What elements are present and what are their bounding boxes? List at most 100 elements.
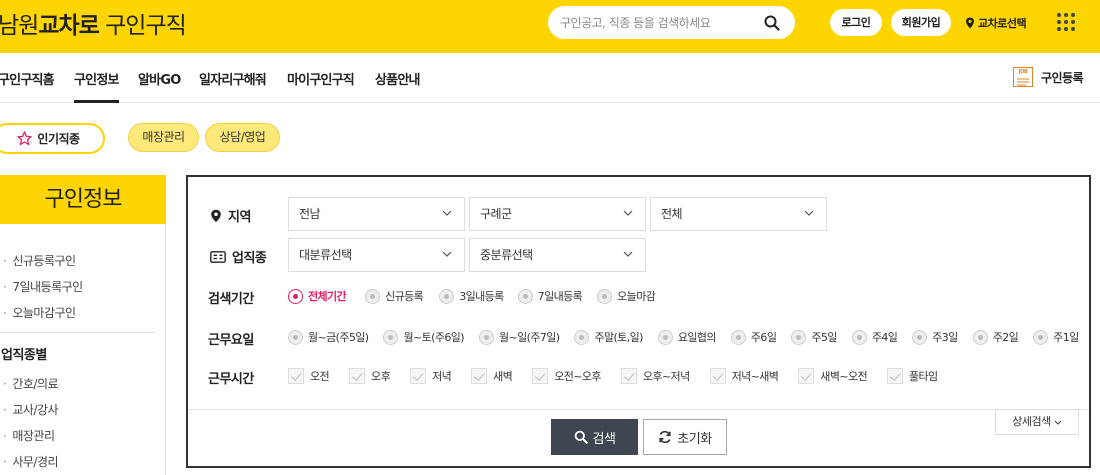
worktime-option-afternoon[interactable]: 오후 (349, 368, 391, 384)
workday-options: 월~금(주5일) 월~토(주6일) 월~일(주7일) 주말(토,일) 요일협의 … (288, 327, 1079, 347)
period-row-label: 검색기간 (208, 288, 254, 307)
star-icon (17, 131, 33, 146)
workday-option-weekend[interactable]: 주말(토,일) (574, 329, 643, 345)
search-box (548, 6, 795, 39)
reset-button-label: 초기화 (677, 431, 712, 447)
job-major-select[interactable]: 대분류선택 (288, 238, 465, 272)
sidebar-item-medical[interactable]: 간호/의료 (3, 375, 58, 392)
site-logo[interactable]: 남원교차로 구인구직 (0, 6, 187, 40)
search-icon[interactable] (763, 14, 781, 32)
workday-option-3days[interactable]: 주3일 (912, 329, 958, 345)
worktime-option-dawn[interactable]: 새벽 (471, 368, 513, 384)
popular-chip-store[interactable]: 매장관리 (128, 123, 199, 152)
sidebar-divider (0, 332, 155, 333)
refresh-icon (659, 430, 671, 444)
chevron-down-icon (1054, 420, 1062, 425)
region-select-label: 교차로선택 (978, 17, 1027, 30)
logo-brand: 교차로 (38, 13, 99, 39)
job-major-select-value: 대분류선택 (299, 248, 352, 262)
district-select-value: 전체 (661, 207, 683, 221)
period-option-today[interactable]: 오늘마감 (597, 288, 656, 304)
job-minor-select-value: 중분류선택 (480, 248, 533, 262)
city-select-value: 구례군 (480, 207, 512, 221)
workday-option-2days[interactable]: 주2일 (972, 329, 1019, 345)
worktime-option-fulltime[interactable]: 풀타임 (887, 368, 938, 384)
sidebar-title: 구인정보 (0, 175, 166, 224)
nav-item-home[interactable]: 구인구직홈 (0, 69, 55, 88)
period-option-all[interactable]: 전체기간 (288, 288, 347, 304)
region-label: 지역 (228, 210, 251, 225)
chevron-down-icon (442, 251, 452, 257)
province-select-value: 전남 (299, 207, 321, 221)
period-option-7days[interactable]: 7일내등록 (517, 288, 583, 304)
workday-option-1day[interactable]: 주1일 (1033, 329, 1079, 345)
district-select[interactable]: 전체 (650, 197, 827, 231)
workday-option-6days[interactable]: 주6일 (730, 329, 777, 345)
site-header: 남원교차로 구인구직 로그인 회원가입 교차로선택 (0, 0, 1100, 53)
period-label: 검색기간 (208, 292, 254, 307)
workday-option-negotiable[interactable]: 요일협의 (657, 329, 717, 345)
join-button[interactable]: 회원가입 (891, 9, 951, 36)
sidebar-item-teacher[interactable]: 교사/강사 (3, 401, 58, 418)
nav-item-find-job[interactable]: 일자리구해줘 (199, 69, 267, 88)
period-option-new[interactable]: 신규등록 (365, 288, 424, 304)
workday-option-mon-fri[interactable]: 월~금(주5일) (288, 329, 369, 345)
workday-label: 근무요일 (208, 333, 254, 348)
workday-option-mon-sat[interactable]: 월~토(주6일) (383, 329, 465, 345)
search-input[interactable] (560, 13, 760, 32)
logo-suffix: 구인구직 (105, 13, 187, 39)
detail-search-button[interactable]: 상세검색 (995, 409, 1079, 435)
sidebar-item-7days[interactable]: 7일내등록구인 (3, 278, 83, 295)
panel-divider (188, 409, 1089, 410)
worktime-option-evening-dawn[interactable]: 저녁~새벽 (709, 368, 779, 384)
worktime-option-evening[interactable]: 저녁 (410, 368, 452, 384)
all-menu-icon[interactable] (1057, 13, 1075, 31)
province-select[interactable]: 전남 (288, 197, 465, 231)
detail-search-label: 상세검색 (1012, 415, 1051, 428)
search-button[interactable]: 검색 (551, 419, 638, 455)
sidebar-item-new[interactable]: 신규등록구인 (3, 252, 76, 269)
nav-item-albago[interactable]: 알바GO (138, 69, 181, 88)
popular-jobs-label: 인기직종 (37, 132, 80, 146)
job-row-label: 업직종 (210, 247, 267, 266)
city-select[interactable]: 구례군 (469, 197, 646, 231)
popular-jobs-button[interactable]: 인기직종 (0, 123, 105, 154)
region-row-label: 지역 (210, 206, 251, 225)
chevron-down-icon (623, 210, 633, 216)
period-options: 전체기간 신규등록 3일내등록 7일내등록 오늘마감 (288, 286, 656, 306)
workday-option-mon-sun[interactable]: 월~일(주7일) (478, 329, 560, 345)
job-minor-select[interactable]: 중분류선택 (469, 238, 646, 272)
chevron-down-icon (442, 210, 452, 216)
popular-chip-sales[interactable]: 상담/영업 (205, 123, 280, 152)
job-document-icon: JOB (1013, 67, 1033, 87)
login-button[interactable]: 로그인 (830, 9, 882, 36)
nav-item-job-info[interactable]: 구인정보 (74, 69, 119, 103)
job-icon-text: JOB (1018, 69, 1028, 75)
period-option-3days[interactable]: 3일내등록 (439, 288, 504, 304)
nav-item-my-page[interactable]: 마이구인구직 (287, 69, 355, 88)
worktime-option-morning[interactable]: 오전 (288, 368, 330, 384)
search-button-label: 검색 (592, 431, 616, 447)
worktime-option-morning-afternoon[interactable]: 오전~오후 (532, 368, 601, 384)
worktime-options: 오전 오후 저녁 새벽 오전~오후 오후~저녁 저녁~새벽 새벽~오전 풀타임 (288, 366, 938, 386)
reset-button[interactable]: 초기화 (643, 419, 727, 455)
logo-region: 남원 (0, 13, 39, 39)
nav-item-products[interactable]: 상품안내 (375, 69, 420, 88)
chevron-down-icon (623, 251, 633, 257)
main-nav: 구인구직홈 구인정보 알바GO 일자리구해줘 마이구인구직 상품안내 JOB 구… (0, 53, 1100, 103)
location-pin-icon (966, 17, 974, 29)
id-card-icon (210, 250, 226, 263)
region-select-button[interactable]: 교차로선택 (965, 15, 1027, 31)
workday-option-5days[interactable]: 주5일 (791, 329, 837, 345)
sidebar-item-store[interactable]: 매장관리 (3, 427, 55, 444)
sidebar-item-closing-today[interactable]: 오늘마감구인 (3, 304, 76, 321)
job-label: 업직종 (232, 251, 267, 266)
worktime-option-afternoon-evening[interactable]: 오후~저녁 (620, 368, 690, 384)
worktime-option-dawn-morning[interactable]: 새벽~오전 (798, 368, 868, 384)
workday-option-4days[interactable]: 주4일 (851, 329, 898, 345)
job-register-label: 구인등록 (1041, 70, 1084, 85)
job-register-button[interactable]: JOB 구인등록 (1013, 67, 1084, 87)
worktime-row-label: 근무시간 (208, 368, 254, 387)
chevron-down-icon (804, 210, 814, 216)
sidebar-item-office[interactable]: 사무/경리 (3, 453, 58, 470)
